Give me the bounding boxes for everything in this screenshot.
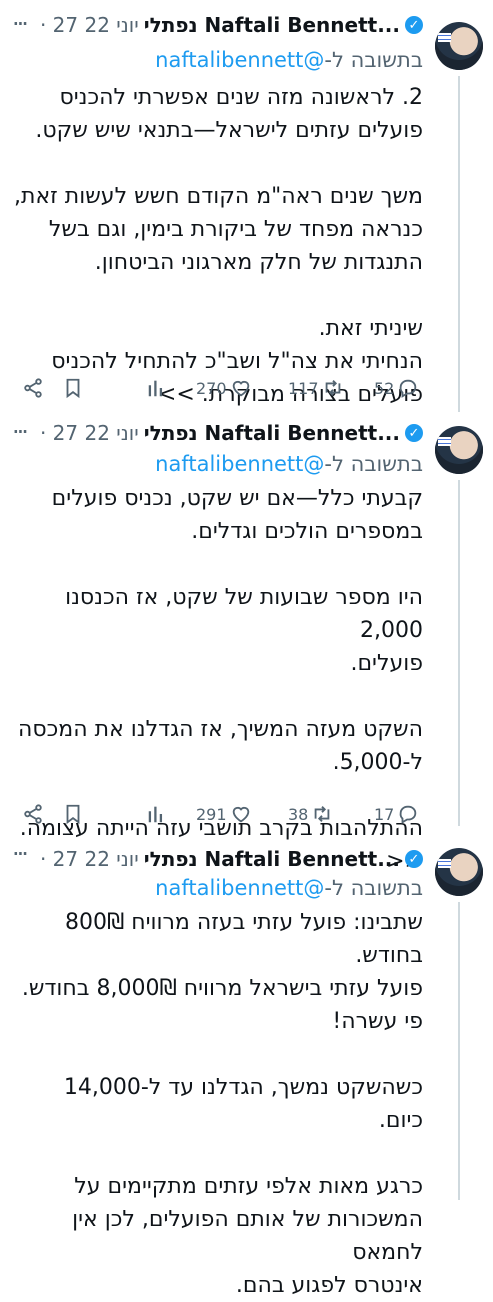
tweet-text: 2. לראשונה מזה שנים אפשרתי להכניס פועלים…	[14, 85, 423, 407]
retweet-button[interactable]: 38	[288, 800, 333, 828]
like-button[interactable]: 291	[196, 800, 252, 828]
reply-handle-link[interactable]: @naftalibennett	[155, 452, 324, 476]
author-name[interactable]: נפתלי Naftali Bennett...	[144, 13, 400, 37]
retweet-icon	[315, 806, 330, 822]
avatar[interactable]	[435, 22, 483, 70]
reply-prefix: בתשובה ל-	[324, 876, 423, 900]
tweet-text: שתבינו: פועל עזתי בעזה מרוויח 800₪ בחודש…	[21, 910, 423, 1298]
views-icon[interactable]	[146, 800, 168, 828]
reply-count: 52	[374, 378, 395, 398]
reply-button[interactable]: 17	[374, 800, 419, 828]
reply-icon	[400, 379, 417, 398]
reply-button[interactable]: 52	[374, 374, 419, 402]
verified-icon: ✓	[405, 16, 423, 34]
retweet-icon	[325, 380, 340, 396]
reply-count: 17	[374, 804, 395, 824]
verified-icon: ✓	[405, 850, 423, 868]
tweet-actions: 291 38 17	[18, 800, 430, 828]
views-icon[interactable]	[146, 374, 168, 402]
author-name[interactable]: נפתלי Naftali Bennett...	[144, 847, 400, 871]
thread-line	[458, 902, 460, 1200]
like-button[interactable]: 270	[196, 374, 252, 402]
share-icon[interactable]	[22, 374, 44, 402]
tweet-date[interactable]: · 27 יוני 22	[40, 13, 139, 37]
reply-handle-link[interactable]: @naftalibennett	[155, 876, 324, 900]
tweet-actions: 270 117 52	[18, 374, 430, 402]
reply-prefix: בתשובה ל-	[324, 452, 423, 476]
tweet-date[interactable]: · 27 יוני 22	[40, 847, 139, 871]
share-icon[interactable]	[22, 800, 44, 828]
reply-context: בתשובה ל-@naftalibennett	[13, 452, 423, 476]
tweet-header: ✓ נפתלי Naftali Bennett... · 27 יוני 22	[11, 844, 423, 874]
retweet-count: 117	[288, 378, 319, 398]
tweet-header: ✓ נפתלי Naftali Bennett... · 27 יוני 22	[11, 10, 423, 40]
like-count: 270	[196, 378, 227, 398]
thread-line	[458, 76, 460, 412]
tweet-header: ✓ נפתלי Naftali Bennett... · 27 יוני 22	[11, 418, 423, 448]
tweet-date[interactable]: · 27 יוני 22	[40, 421, 139, 445]
reply-prefix: בתשובה ל-	[324, 48, 423, 72]
reply-handle-link[interactable]: @naftalibennett	[155, 48, 324, 72]
tweet[interactable]: ··· ✓ נפתלי Naftali Bennett... · 27 יוני…	[0, 412, 493, 874]
like-icon	[232, 806, 249, 823]
retweet-count: 38	[288, 804, 309, 824]
like-count: 291	[196, 804, 227, 824]
like-icon	[232, 380, 249, 397]
author-name[interactable]: נפתלי Naftali Bennett...	[144, 421, 400, 445]
tweet[interactable]: ··· ✓ נפתלי Naftali Bennett... · 27 יוני…	[0, 826, 493, 1298]
reply-context: בתשובה ל-@naftalibennett	[13, 48, 423, 72]
tweet[interactable]: ··· ✓ נפתלי Naftali Bennett... · 27 יוני…	[0, 0, 493, 412]
retweet-button[interactable]: 117	[288, 374, 344, 402]
bookmark-icon[interactable]	[62, 374, 84, 402]
reply-context: בתשובה ל-@naftalibennett	[13, 876, 423, 900]
avatar[interactable]	[435, 426, 483, 474]
thread-line	[458, 480, 460, 826]
verified-icon: ✓	[405, 424, 423, 442]
bookmark-icon[interactable]	[62, 800, 84, 828]
reply-icon	[400, 805, 417, 824]
avatar[interactable]	[435, 848, 483, 896]
